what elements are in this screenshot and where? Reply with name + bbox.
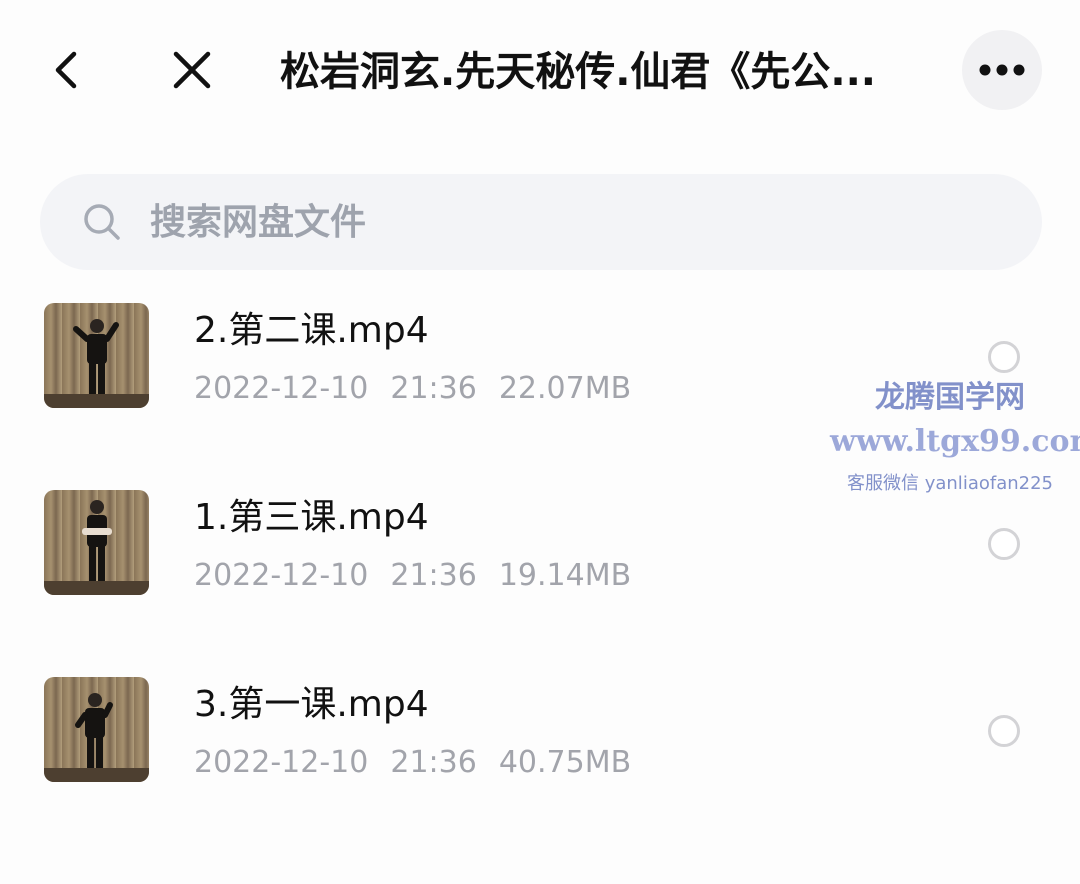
close-icon bbox=[173, 51, 211, 89]
file-meta: 2022-12-10 21:36 19.14MB bbox=[194, 556, 653, 596]
watermark-contact: 客服微信 yanliaofan225 bbox=[847, 473, 1053, 494]
video-thumbnail bbox=[44, 490, 149, 595]
select-radio[interactable] bbox=[988, 528, 1020, 560]
file-size: 22.07MB bbox=[498, 371, 632, 406]
more-options-button[interactable] bbox=[962, 30, 1042, 110]
video-thumbnail bbox=[44, 303, 149, 408]
search-input[interactable] bbox=[148, 191, 952, 253]
chevron-left-icon bbox=[55, 51, 77, 89]
search-bar[interactable] bbox=[40, 174, 1042, 270]
file-date: 2022-12-10 bbox=[194, 371, 369, 406]
top-bar: 松岩洞玄.先天秘传.仙君《先公... bbox=[0, 0, 1080, 140]
select-radio[interactable] bbox=[988, 715, 1020, 747]
file-date: 2022-12-10 bbox=[194, 745, 369, 780]
search-icon bbox=[84, 204, 120, 240]
more-horizontal-icon bbox=[979, 64, 1025, 76]
file-row[interactable]: 1.第三课.mp4 2022-12-10 21:36 19.14MB bbox=[0, 490, 1080, 640]
file-size: 19.14MB bbox=[498, 558, 632, 593]
select-radio[interactable] bbox=[988, 341, 1020, 373]
file-time: 21:36 bbox=[390, 558, 477, 593]
file-time: 21:36 bbox=[390, 745, 477, 780]
file-name: 2.第二课.mp4 bbox=[194, 310, 429, 351]
file-row[interactable]: 3.第一课.mp4 2022-12-10 21:36 40.75MB bbox=[0, 677, 1080, 827]
close-button[interactable] bbox=[166, 44, 218, 96]
watermark: 龙腾国学网 www.ltgx99.com 客服微信 yanliaofan225 bbox=[830, 376, 1080, 504]
file-size: 40.75MB bbox=[498, 745, 632, 780]
file-time: 21:36 bbox=[390, 371, 477, 406]
watermark-title: 龙腾国学网 bbox=[875, 380, 1025, 415]
back-button[interactable] bbox=[40, 44, 92, 96]
file-meta: 2022-12-10 21:36 22.07MB bbox=[194, 369, 653, 409]
file-date: 2022-12-10 bbox=[194, 558, 369, 593]
page-title: 松岩洞玄.先天秘传.仙君《先公... bbox=[280, 49, 876, 95]
watermark-url: www.ltgx99.com bbox=[830, 424, 1080, 459]
video-thumbnail bbox=[44, 677, 149, 782]
file-name: 3.第一课.mp4 bbox=[194, 684, 429, 725]
file-name: 1.第三课.mp4 bbox=[194, 497, 429, 538]
file-meta: 2022-12-10 21:36 40.75MB bbox=[194, 743, 653, 783]
